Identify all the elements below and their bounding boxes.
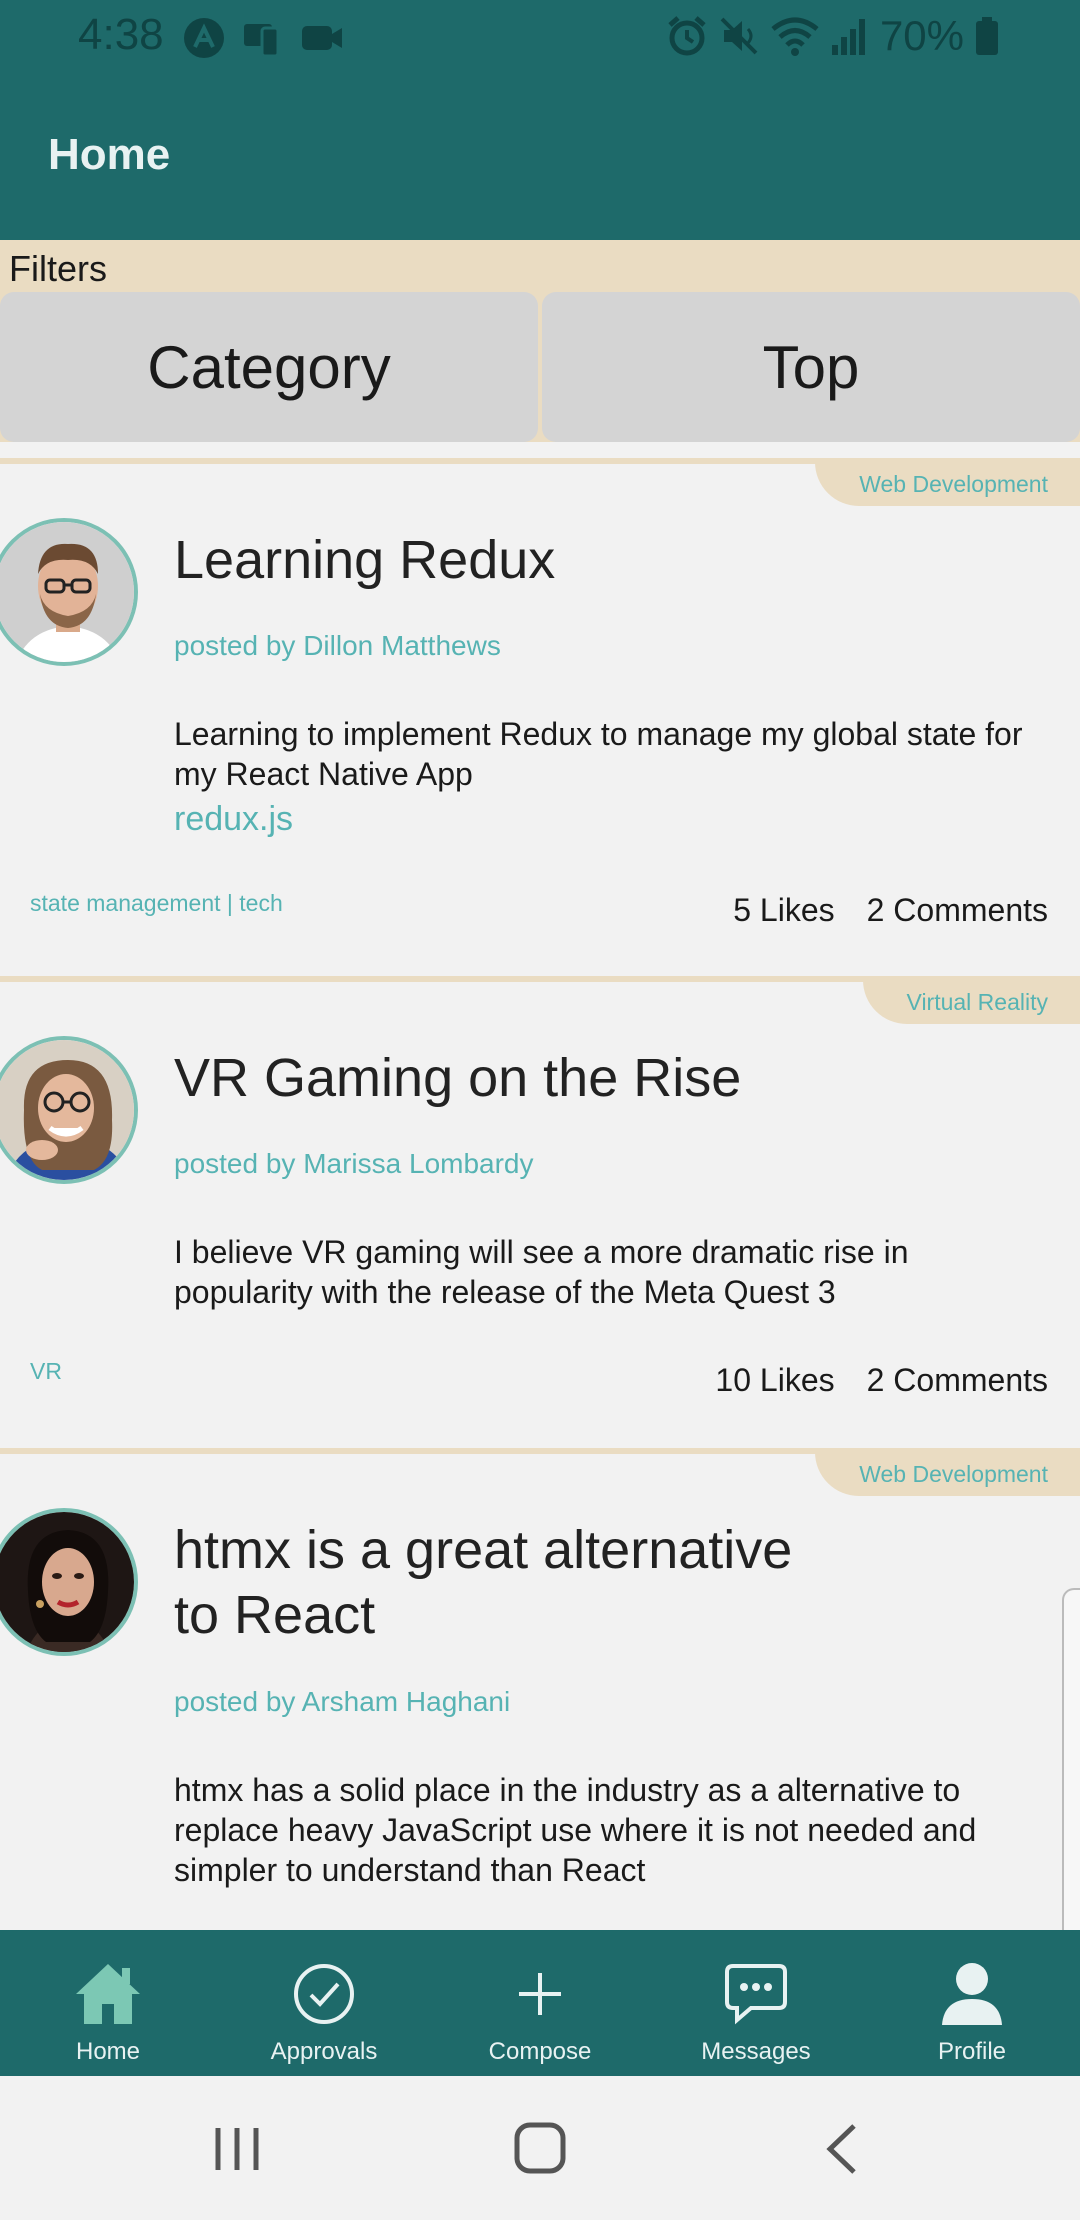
app-notification-icon <box>184 18 224 58</box>
home-button-icon[interactable] <box>514 2120 566 2176</box>
post-link[interactable]: redux.js <box>174 800 293 839</box>
post-feed[interactable]: Web Development Learning Redux posted by… <box>0 458 1080 1930</box>
post-title[interactable]: htmx is a great alternative to React <box>174 1518 792 1648</box>
filters-bar: Filters <box>0 240 1080 292</box>
post-author[interactable]: posted by Marissa Lombardy <box>174 1148 534 1180</box>
comments-count[interactable]: 2 Comments <box>867 892 1048 929</box>
nav-compose[interactable]: Compose <box>432 1930 648 2076</box>
post-tags[interactable]: state management | tech <box>30 890 283 917</box>
post-body: htmx has a solid place in the industry a… <box>174 1772 977 1888</box>
top-filter-button[interactable]: Top <box>542 292 1080 442</box>
post-author[interactable]: posted by Dillon Matthews <box>174 630 501 662</box>
nav-profile[interactable]: Profile <box>864 1930 1080 2076</box>
post-title-line: to React <box>174 1585 376 1645</box>
nav-label: Home <box>75 2038 141 2065</box>
check-circle-icon <box>292 1956 356 2032</box>
likes-count[interactable]: 5 Likes <box>733 892 834 929</box>
post-card[interactable]: Web Development htmx is a great alternat… <box>0 1448 1080 1930</box>
wifi-icon <box>771 17 819 56</box>
home-icon <box>72 1956 144 2032</box>
post-title[interactable]: Learning Redux <box>174 528 555 593</box>
category-filter-button[interactable]: Category <box>0 292 538 442</box>
post-body: I believe VR gaming will see a more dram… <box>174 1234 909 1310</box>
avatar[interactable] <box>0 518 138 666</box>
nav-messages[interactable]: Messages <box>648 1930 864 2076</box>
likes-count[interactable]: 10 Likes <box>715 1362 834 1399</box>
avatar[interactable] <box>0 1036 138 1184</box>
post-category-tag[interactable]: Virtual Reality <box>862 980 1080 1024</box>
plus-icon <box>515 1956 565 2032</box>
post-title-line: htmx is a great alternative <box>174 1520 793 1580</box>
page-title: Home <box>48 130 171 179</box>
system-navigation-bar <box>0 2076 1080 2220</box>
person-icon <box>940 1956 1004 2032</box>
status-system-icons: 70% <box>666 12 1000 60</box>
nav-label: Messages <box>701 2038 811 2065</box>
filter-buttons: Category Top <box>0 292 1080 442</box>
avatar[interactable] <box>0 1508 138 1656</box>
alarm-icon <box>668 16 706 56</box>
status-bar: 4:38 70% <box>0 0 1080 72</box>
nav-home[interactable]: Home <box>0 1930 216 2076</box>
comments-count[interactable]: 2 Comments <box>867 1362 1048 1399</box>
post-category-tag[interactable]: Web Development <box>815 462 1080 506</box>
device-notification-icon <box>244 24 280 58</box>
scrollbar-thumb[interactable] <box>1062 1588 1080 1958</box>
post-card[interactable]: Web Development Learning Redux posted by… <box>0 458 1080 976</box>
post-author[interactable]: posted by Arsham Haghani <box>174 1686 510 1718</box>
bottom-navigation: Home Approvals Compose Messages Profile <box>0 1930 1080 2076</box>
post-tags[interactable]: VR <box>30 1358 62 1385</box>
post-stats: 5 Likes 2 Comments <box>733 892 1048 929</box>
author-avatar-image <box>0 522 134 662</box>
author-avatar-image <box>0 1040 134 1180</box>
status-notification-icons <box>182 16 346 60</box>
mute-icon <box>720 17 758 55</box>
post-card[interactable]: Virtual Reality VR Gaming on the Rise po… <box>0 976 1080 1448</box>
post-category-tag[interactable]: Web Development <box>815 1452 1080 1496</box>
author-avatar-image <box>0 1512 134 1652</box>
filters-label: Filters <box>9 248 107 289</box>
battery-icon <box>976 17 998 55</box>
video-notification-icon <box>302 26 342 50</box>
recent-apps-icon[interactable] <box>212 2124 262 2174</box>
nav-label: Profile <box>937 2038 1007 2065</box>
signal-icon <box>831 19 865 55</box>
nav-label: Approvals <box>270 2038 378 2065</box>
app-header: Home <box>0 72 1080 240</box>
post-title[interactable]: VR Gaming on the Rise <box>174 1046 741 1111</box>
nav-approvals[interactable]: Approvals <box>216 1930 432 2076</box>
post-body: Learning to implement Redux to manage my… <box>174 716 1023 792</box>
battery-percentage: 70% <box>879 12 964 59</box>
post-stats: 10 Likes 2 Comments <box>715 1362 1048 1399</box>
nav-label: Compose <box>488 2038 592 2065</box>
back-icon[interactable] <box>822 2122 862 2176</box>
status-time: 4:38 <box>78 10 164 59</box>
chat-bubble-icon <box>723 1956 789 2032</box>
